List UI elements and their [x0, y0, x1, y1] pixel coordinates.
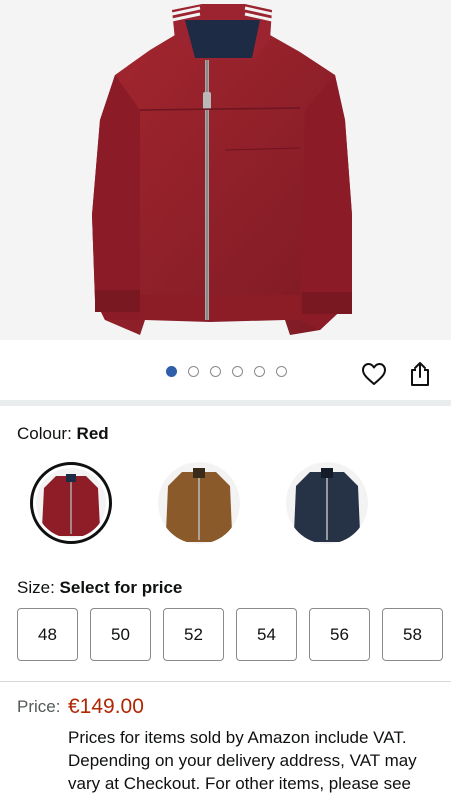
- pagination-dot-2[interactable]: [188, 366, 199, 377]
- pagination-dot-4[interactable]: [232, 366, 243, 377]
- vat-note: Prices for items sold by Amazon include …: [68, 728, 417, 800]
- pagination-dot-1[interactable]: [166, 366, 177, 377]
- swatch-image-brown: [158, 462, 240, 544]
- size-options: 48 50 52 54 56 58: [17, 608, 443, 661]
- size-prompt: Select for price: [59, 578, 183, 597]
- size-button-52[interactable]: 52: [163, 608, 224, 661]
- colour-label: Colour: Red: [17, 424, 109, 444]
- price-label: Price:: [17, 697, 61, 716]
- size-button-58[interactable]: 58: [382, 608, 443, 661]
- section-divider: [0, 400, 451, 406]
- share-button[interactable]: [406, 360, 434, 388]
- wishlist-button[interactable]: [360, 360, 388, 388]
- size-button-56[interactable]: 56: [309, 608, 370, 661]
- share-icon: [411, 362, 429, 386]
- colour-swatch-brown[interactable]: [158, 462, 240, 544]
- heart-icon: [362, 363, 386, 385]
- size-label: Size: Select for price: [17, 578, 182, 598]
- product-image[interactable]: [0, 0, 451, 340]
- colour-swatch-navy[interactable]: [286, 462, 368, 544]
- size-button-48[interactable]: 48: [17, 608, 78, 661]
- pagination-dot-3[interactable]: [210, 366, 221, 377]
- colour-selected-value: Red: [76, 424, 109, 443]
- jacket-illustration: [92, 4, 352, 335]
- price-divider: [0, 681, 451, 682]
- size-button-50[interactable]: 50: [90, 608, 151, 661]
- colour-label-text: Colour:: [17, 424, 72, 443]
- pagination-dot-5[interactable]: [254, 366, 265, 377]
- size-label-text: Size:: [17, 578, 55, 597]
- swatch-image-navy: [286, 462, 368, 544]
- image-pagination[interactable]: [166, 366, 287, 377]
- size-button-54[interactable]: 54: [236, 608, 297, 661]
- price-value: €149.00: [68, 695, 144, 718]
- pagination-dot-6[interactable]: [276, 366, 287, 377]
- swatch-image-red: [36, 468, 106, 538]
- colour-swatch-red[interactable]: [30, 462, 112, 544]
